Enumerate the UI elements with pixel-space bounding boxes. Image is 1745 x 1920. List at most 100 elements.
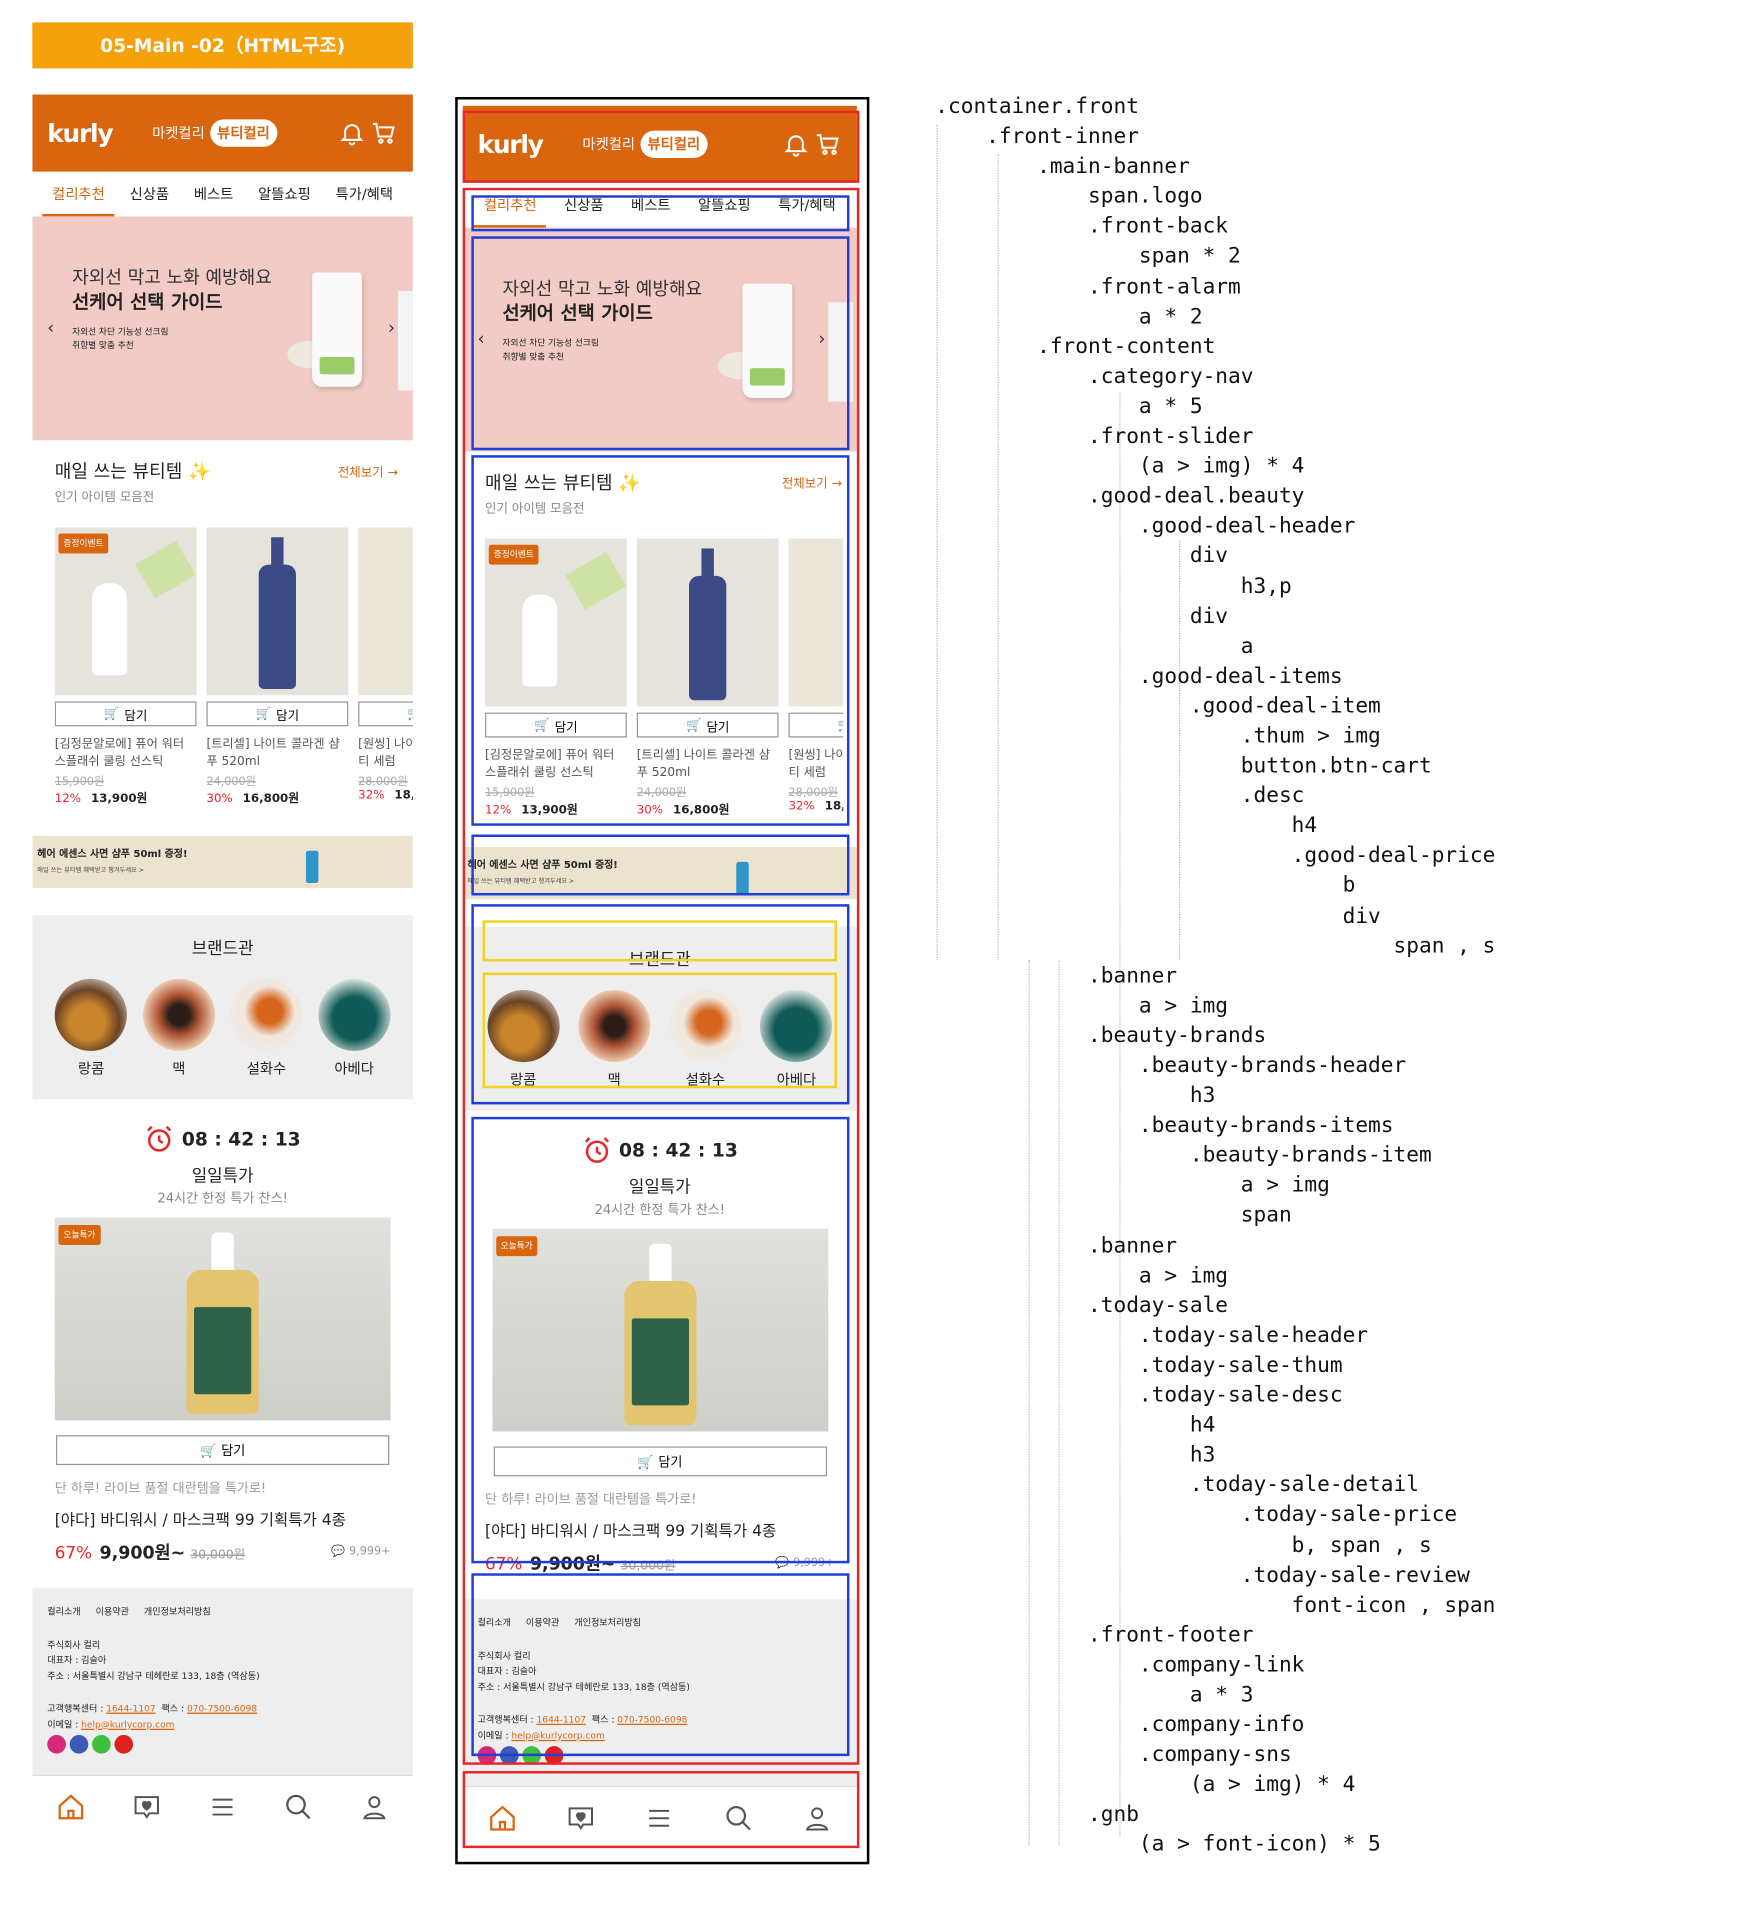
footer-link[interactable]: 개인정보처리방침	[144, 1604, 211, 1620]
today-sale-thum[interactable]: 오늘특가	[491, 1228, 828, 1432]
front-slider[interactable]: 자외선 막고 노화 예방해요 선케어 선택 가이드 자외선 차단 기능성 선크림…	[32, 216, 413, 441]
cart-button[interactable]: 🛒담기	[358, 701, 413, 727]
countdown-timer: 08 : 42 : 13	[619, 1139, 738, 1162]
front-footer: 컬리소개 이용약관 개인정보처리방침 주식회사 컬리 대표자 : 김슬아 주소 : …	[32, 1588, 413, 1775]
promo-banner[interactable]: 헤어 에센스 사면 샴푸 50ml 증정! 매일 쓰는 뷰티템 혜택받고 챙겨두…	[462, 846, 857, 900]
footer-link[interactable]: 컬리소개	[47, 1604, 80, 1620]
beauty-brands-item[interactable]: 아베다	[318, 978, 391, 1078]
chevron-right-icon[interactable]: ›	[818, 330, 825, 350]
tab-market[interactable]: 마켓컬리	[152, 123, 205, 143]
cart-button[interactable]: 🛒담기	[55, 1435, 390, 1466]
user-icon[interactable]	[360, 1792, 390, 1822]
cart-button[interactable]: 🛒담기	[206, 701, 349, 727]
search-icon[interactable]	[284, 1792, 314, 1822]
slide-image	[742, 283, 793, 398]
good-deal-item[interactable]: 증정이벤트 🛒 담기 [김정문알로에] 퓨어 워터 스플래쉬 쿨링 선스틱 15,…	[485, 538, 627, 817]
category-link[interactable]: 특가/혜택	[331, 177, 398, 212]
facebook-icon[interactable]	[69, 1734, 89, 1754]
product-thumbnail[interactable]: 증정이벤트	[485, 538, 627, 707]
today-sale: 08 : 42 : 13 일일특가 24시간 한정 특가 찬스! 오늘특가 🛒 담…	[32, 1099, 413, 1564]
product-thumbnail[interactable]: 증정이벤트	[54, 527, 197, 696]
good-deal-item[interactable]: 🛒담기 [원씽] 나이아신아마이드 잡티 세럼 28,000원32%18,	[358, 527, 413, 806]
event-badge: 증정이벤트	[488, 544, 539, 565]
product-thumbnail[interactable]	[788, 538, 844, 707]
beauty-brands: 브랜드관 랑콤 맥 설화수 아베다	[32, 915, 413, 1100]
cart-button[interactable]: 🛒담기	[493, 1446, 827, 1477]
category-link[interactable]: 알뜰쇼핑	[693, 188, 756, 223]
blog-icon[interactable]	[92, 1734, 111, 1754]
category-link[interactable]: 신상품	[559, 188, 608, 223]
instagram-icon[interactable]	[47, 1734, 66, 1754]
beauty-brands-item[interactable]: 설화수	[669, 989, 742, 1089]
category-link[interactable]: 베스트	[626, 188, 675, 223]
menu-icon[interactable]	[208, 1792, 238, 1822]
cart-icon[interactable]	[815, 131, 842, 158]
good-deal-item[interactable]: 🛒담기 [원씽] 나이아신아마이드 잡티 세럼 28,000원32%18,	[788, 538, 844, 818]
beauty-brands-item[interactable]: 랑콤	[55, 978, 128, 1078]
footer-link[interactable]: 컬리소개	[478, 1616, 511, 1632]
footer-link[interactable]: 이용약관	[526, 1616, 559, 1632]
beauty-brands-item[interactable]: 맥	[142, 978, 215, 1078]
cart-button[interactable]: 🛒담기	[636, 712, 779, 738]
category-link[interactable]: 컬리추천	[473, 188, 547, 228]
page-canvas: 05-Main -02（HTML구조) kurly 마켓컬리 뷰티컬리 컬리추천…	[0, 0, 1745, 1920]
bell-icon[interactable]	[782, 131, 809, 158]
youtube-icon[interactable]	[544, 1746, 564, 1765]
heart-chat-icon[interactable]	[566, 1803, 596, 1833]
good-deal-item[interactable]: 증정이벤트 🛒 담기 [김정문알로에] 퓨어 워터 스플래쉬 쿨링 선스틱 15,…	[54, 527, 197, 806]
cart-button[interactable]: 🛒담기	[485, 712, 627, 738]
user-icon[interactable]	[802, 1803, 832, 1833]
product-name: [원씽] 나이아신아마이드 잡티 세럼	[788, 748, 844, 780]
product-thumbnail[interactable]	[636, 538, 779, 707]
beauty-brands-item[interactable]: 설화수	[230, 978, 303, 1078]
home-icon[interactable]	[55, 1792, 85, 1822]
beauty-brands-item[interactable]: 아베다	[760, 989, 833, 1089]
cart-button[interactable]: 🛒담기	[54, 701, 197, 727]
footer-link[interactable]: 개인정보처리방침	[574, 1616, 641, 1632]
good-deal-title: 매일 쓰는 뷰티템 ✨	[485, 473, 641, 494]
product-thumbnail[interactable]	[206, 527, 349, 696]
today-sale-caption: 단 하루! 라이브 품절 대란템을 특가로!	[54, 1481, 267, 1497]
view-all-link[interactable]: 전체보기 →	[782, 478, 842, 492]
category-link[interactable]: 컬리추천	[42, 177, 116, 217]
tab-beauty[interactable]: 뷰티컬리	[209, 119, 278, 147]
cart-icon[interactable]	[371, 119, 398, 146]
facebook-icon[interactable]	[499, 1746, 519, 1765]
cart-button[interactable]: 🛒담기	[788, 712, 844, 738]
countdown-timer: 08 : 42 : 13	[181, 1128, 301, 1151]
menu-icon[interactable]	[645, 1803, 675, 1833]
heart-chat-icon[interactable]	[132, 1792, 162, 1822]
today-sale-thum[interactable]: 오늘특가	[54, 1217, 391, 1421]
footer-link[interactable]: 이용약관	[96, 1604, 129, 1620]
chevron-left-icon[interactable]: ‹	[47, 318, 54, 338]
chevron-right-icon[interactable]: ›	[388, 318, 395, 338]
youtube-icon[interactable]	[114, 1734, 134, 1754]
logo[interactable]: kurly	[47, 118, 113, 148]
blog-icon[interactable]	[522, 1746, 542, 1765]
instagram-icon[interactable]	[477, 1746, 497, 1765]
view-all-link[interactable]: 전체보기 →	[338, 466, 398, 480]
company-sns	[47, 1734, 398, 1754]
tab-market[interactable]: 마켓컬리	[582, 134, 635, 154]
slider-line2: 선케어 선택 가이드	[72, 291, 223, 314]
product-thumbnail[interactable]	[358, 527, 413, 696]
good-deal-header: 매일 쓰는 뷰티템 ✨ 인기 아이템 모음전 전체보기 →	[485, 469, 857, 516]
today-sale: 08 : 42 : 13 일일특가 24시간 한정 특가 찬스! 오늘특가 🛒 담…	[463, 1111, 857, 1576]
home-icon[interactable]	[487, 1803, 517, 1833]
category-link[interactable]: 특가/혜택	[773, 188, 840, 223]
promo-banner[interactable]: 헤어 에센스 사면 샴푸 50ml 증정! 매일 쓰는 뷰티템 혜택받고 챙겨두…	[32, 835, 413, 889]
search-icon[interactable]	[724, 1803, 754, 1833]
tab-beauty[interactable]: 뷰티컬리	[640, 130, 708, 158]
good-deal-item[interactable]: 🛒 담기 [트리셀] 나이트 콜라겐 샴푸 520ml 24,000원 30% 16,…	[206, 527, 349, 806]
logo[interactable]: kurly	[478, 129, 544, 159]
category-link[interactable]: 베스트	[189, 177, 238, 212]
chevron-left-icon[interactable]: ‹	[478, 330, 485, 350]
bell-icon[interactable]	[338, 119, 365, 146]
front-slider[interactable]: 자외선 막고 노화 예방해요 선케어 선택 가이드 자외선 차단 기능성 선크림…	[462, 227, 857, 452]
product-name: [원씽] 나이아신아마이드 잡티 세럼	[358, 737, 413, 769]
category-link[interactable]: 알뜰쇼핑	[253, 177, 316, 212]
category-link[interactable]: 신상품	[125, 177, 174, 212]
good-deal-item[interactable]: 🛒 담기 [트리셀] 나이트 콜라겐 샴푸 520ml 24,000원 30% 16,…	[636, 538, 779, 817]
beauty-brands-item[interactable]: 맥	[578, 989, 651, 1089]
beauty-brands-item[interactable]: 랑콤	[487, 989, 560, 1089]
